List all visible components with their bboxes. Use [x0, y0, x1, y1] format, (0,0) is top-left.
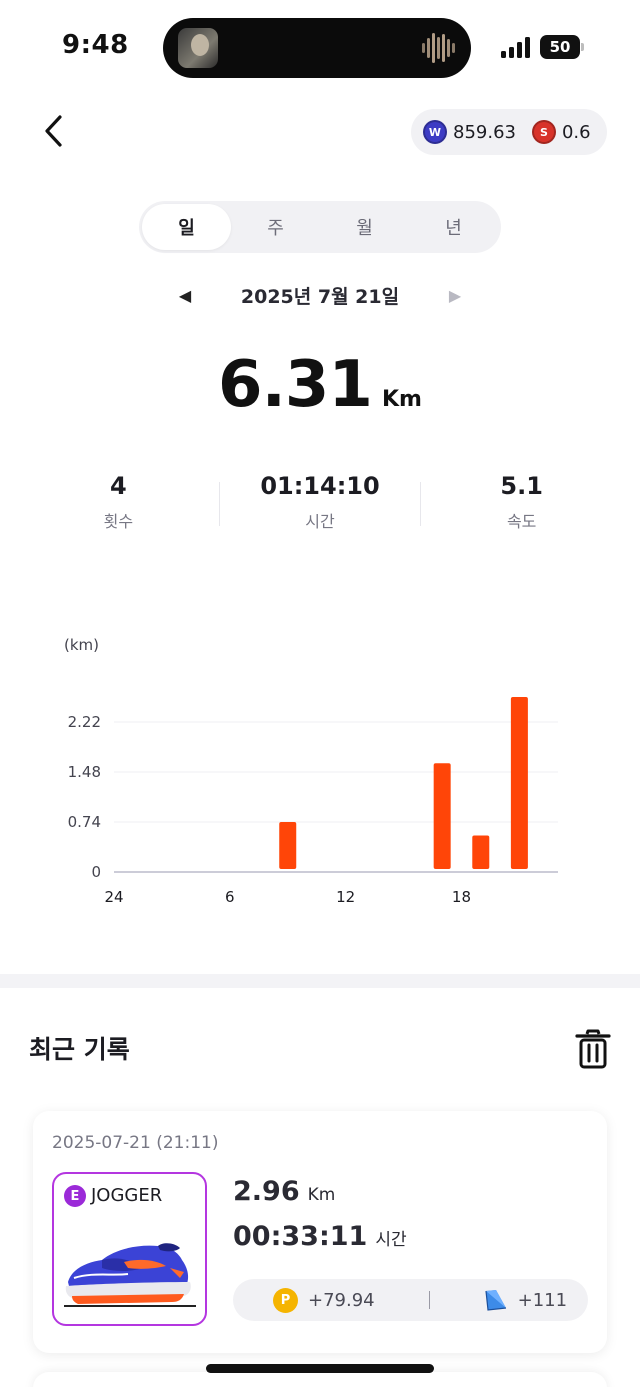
- stat-count-value: 4: [109, 472, 127, 500]
- stat-speed-value: 5.1: [500, 472, 543, 500]
- reward-bar: P +79.94 +111: [233, 1279, 588, 1321]
- record-card-next[interactable]: [33, 1372, 607, 1387]
- shoe-name: JOGGER: [91, 1185, 163, 1206]
- tiles-reward: +111: [484, 1288, 567, 1312]
- coin-w-icon: W: [423, 120, 447, 144]
- battery-icon: 50: [540, 35, 584, 59]
- cellular-signal-icon: [501, 37, 530, 58]
- chart-x-tick-label: 12: [336, 888, 355, 906]
- recent-records-title: 최근 기록: [29, 1035, 130, 1064]
- wallet-balance[interactable]: W 859.63 S 0.6: [411, 109, 607, 155]
- stat-count: 4 횟수: [18, 472, 219, 542]
- section-divider: [0, 974, 640, 988]
- prev-date-button[interactable]: ◀: [170, 280, 200, 310]
- total-distance-value: 6.31: [218, 348, 373, 422]
- tab-year[interactable]: 년: [409, 204, 498, 250]
- chart-x-tick-label: 6: [225, 888, 235, 906]
- chart-x-tick-label: 18: [452, 888, 471, 906]
- record-datetime: 2025-07-21 (21:11): [52, 1133, 219, 1153]
- trash-icon: [575, 1029, 611, 1069]
- chart-bar: [433, 763, 451, 869]
- coin-w-value: 859.63: [453, 121, 516, 143]
- now-playing-artwork: [178, 28, 218, 68]
- record-distance: 2.96 Km: [233, 1176, 335, 1207]
- map-tile-icon: [485, 1290, 506, 1311]
- chart-y-unit-label: (km): [64, 636, 99, 654]
- dynamic-island[interactable]: [163, 18, 471, 78]
- coin-s-value: 0.6: [561, 121, 591, 143]
- status-bar: 9:48 50: [0, 0, 640, 96]
- reward-divider: [428, 1291, 430, 1309]
- chart-bar: [279, 822, 297, 869]
- chart-y-tick-label: 1.48: [68, 763, 101, 781]
- shoe-grade-badge: E: [64, 1185, 86, 1207]
- point-coin-icon: P: [273, 1287, 298, 1313]
- record-distance-unit: Km: [307, 1185, 336, 1205]
- stat-time-label: 시간: [305, 512, 335, 531]
- stat-time: 01:14:10 시간: [220, 472, 421, 542]
- record-duration-unit: 시간: [375, 1230, 407, 1250]
- tiles-value: +111: [517, 1289, 568, 1311]
- record-duration: 00:33:11 시간: [233, 1221, 407, 1252]
- stat-speed: 5.1 속도: [421, 472, 622, 542]
- stats-row: 4 횟수 01:14:10 시간 5.1 속도: [18, 472, 622, 542]
- status-time: 9:48: [62, 30, 129, 60]
- record-card[interactable]: 2025-07-21 (21:11) E JOGGER 2.96 Km 00:3…: [33, 1111, 607, 1353]
- date-navigator: ◀ 2025년 7월 21일 ▶: [170, 278, 470, 312]
- stat-count-label: 횟수: [103, 512, 134, 531]
- tab-month[interactable]: 월: [320, 204, 409, 250]
- audio-waveform-icon: [422, 33, 455, 63]
- period-tabs: 일 주 월 년: [139, 201, 501, 253]
- total-distance: 6.31 Km: [0, 348, 640, 422]
- hourly-distance-chart: (km) 2.22 1.48 0.74 024 6 12 18: [64, 636, 558, 906]
- chevron-left-icon: [45, 115, 62, 147]
- tab-day[interactable]: 일: [142, 204, 231, 250]
- tab-week[interactable]: 주: [231, 204, 320, 250]
- chart-y-tick-label: 2.22: [68, 713, 101, 731]
- chart-y-tick-label: 0.74: [68, 813, 101, 831]
- stat-time-value: 01:14:10: [260, 472, 380, 500]
- total-distance-unit: Km: [381, 387, 422, 412]
- back-button[interactable]: [30, 108, 76, 154]
- next-date-button[interactable]: ▶: [440, 280, 470, 310]
- points-value: +79.94: [308, 1289, 375, 1311]
- coin-s-icon: S: [531, 120, 556, 144]
- delete-button[interactable]: [574, 1028, 612, 1070]
- shoe-card[interactable]: E JOGGER: [52, 1172, 207, 1326]
- record-duration-value: 00:33:11: [233, 1221, 368, 1252]
- stat-speed-label: 속도: [506, 512, 537, 531]
- chart-bar: [472, 835, 490, 869]
- chart-x-tick-label: 24: [104, 888, 123, 906]
- current-date: 2025년 7월 21일: [240, 285, 400, 308]
- record-distance-value: 2.96: [233, 1176, 300, 1207]
- chart-y-tick-label: 0: [91, 863, 101, 881]
- running-shoe-icon: [64, 1243, 196, 1307]
- chart-bar: [510, 697, 528, 869]
- points-reward: P +79.94: [273, 1287, 375, 1313]
- home-indicator[interactable]: [206, 1364, 434, 1373]
